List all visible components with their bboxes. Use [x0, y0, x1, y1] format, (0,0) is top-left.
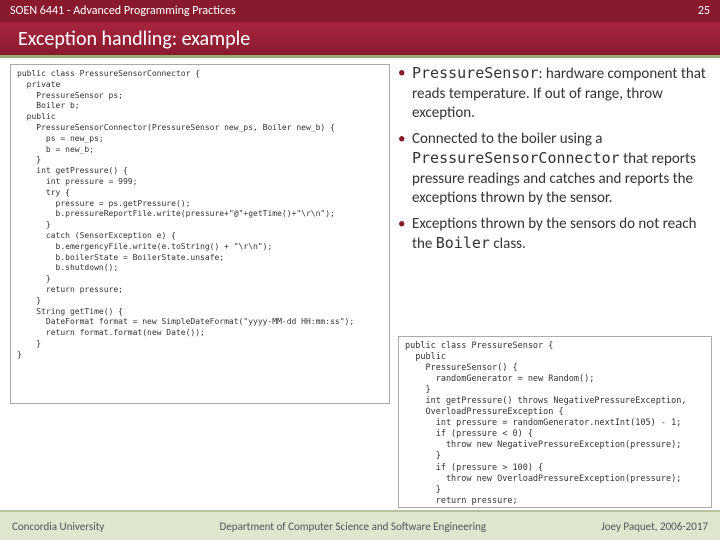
- slide-header: SOEN 6441 - Advanced Programming Practic…: [0, 0, 720, 22]
- slide-footer: Concordia University Department of Compu…: [0, 510, 720, 540]
- bullet-3-post: class.: [490, 235, 526, 253]
- course-label: SOEN 6441 - Advanced Programming Practic…: [10, 4, 236, 18]
- slide-title-bar: Exception handling: example: [0, 22, 720, 58]
- bullet-list: PressureSensor: hardware component that …: [398, 64, 712, 261]
- slide-content: public class PressureSensorConnector { p…: [0, 58, 720, 510]
- slide-title: Exception handling: example: [18, 27, 250, 51]
- slide-number: 25: [698, 4, 710, 18]
- footer-center: Department of Computer Science and Softw…: [220, 520, 487, 533]
- bullet-1: PressureSensor: hardware component that …: [398, 64, 712, 124]
- bullet-2: Connected to the boiler using a Pressure…: [398, 130, 712, 209]
- code-block-sensor: public class PressureSensor { public Pre…: [398, 336, 712, 508]
- bullet-2-pre: Connected to the boiler using a: [412, 130, 602, 148]
- bullet-3-mono: Boiler: [436, 234, 490, 252]
- code-block-connector: public class PressureSensorConnector { p…: [10, 64, 390, 404]
- footer-left: Concordia University: [12, 520, 104, 533]
- bullet-1-mono: PressureSensor: [412, 64, 538, 82]
- bullet-2-mono: PressureSensorConnector: [412, 149, 620, 167]
- bullet-3: Exceptions thrown by the sensors do not …: [398, 215, 712, 255]
- footer-right: Joey Paquet, 2006-2017: [601, 520, 708, 533]
